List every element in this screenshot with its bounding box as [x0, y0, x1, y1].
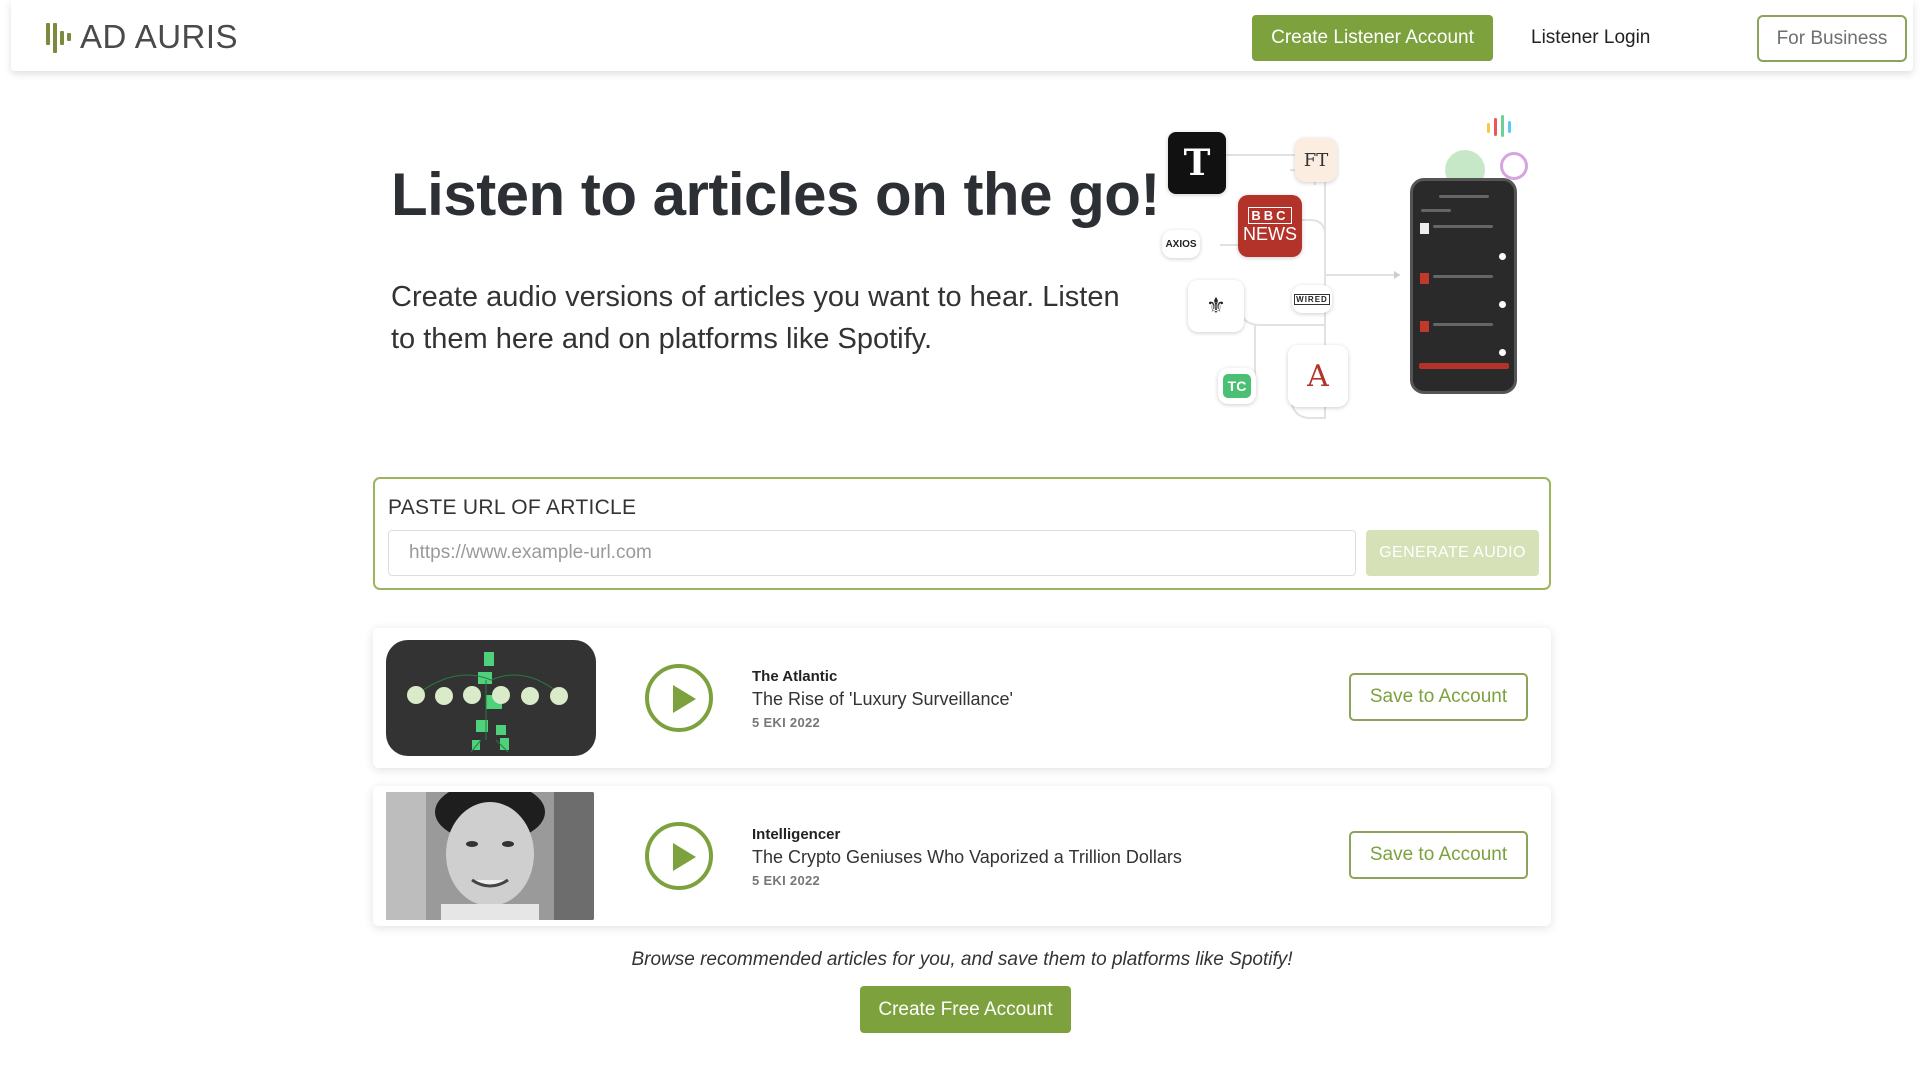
article-thumbnail: [386, 792, 594, 920]
save-to-account-button[interactable]: Save to Account: [1349, 831, 1528, 879]
techcrunch-logo: TC: [1218, 368, 1256, 404]
article-source: The Atlantic: [752, 668, 838, 685]
create-listener-account-button[interactable]: Create Listener Account: [1252, 15, 1493, 61]
axios-logo: AXIOS: [1162, 230, 1200, 258]
bbc-news-logo: BBC NEWS: [1238, 195, 1302, 257]
article-card: Intelligencer The Crypto Geniuses Who Va…: [373, 786, 1551, 926]
wired-logo: WIRED: [1292, 285, 1332, 313]
browse-recommended-text: Browse recommended articles for you, and…: [631, 949, 1293, 970]
portrait-photo: [386, 792, 594, 920]
article-date: 5 EKI 2022: [752, 873, 821, 888]
article-title[interactable]: The Rise of 'Luxury Surveillance': [752, 689, 1013, 710]
paste-url-label: PASTE URL OF ARTICLE: [388, 496, 637, 519]
article-source: Intelligencer: [752, 826, 841, 843]
article-card: The Atlantic The Rise of 'Luxury Surveil…: [373, 628, 1551, 768]
phone-mockup: [1410, 178, 1517, 394]
apple-podcasts-logo: [1500, 152, 1528, 180]
ft-logo: FT: [1295, 138, 1337, 182]
listener-login-link[interactable]: Listener Login: [1521, 15, 1660, 61]
article-date: 5 EKI 2022: [752, 715, 821, 730]
new-yorker-logo: ⚜: [1188, 280, 1244, 332]
generate-audio-button[interactable]: GENERATE AUDIO: [1366, 530, 1539, 576]
save-to-account-button[interactable]: Save to Account: [1349, 673, 1528, 721]
ad-auris-logo[interactable]: AD AURIS: [44, 18, 238, 56]
article-title[interactable]: The Crypto Geniuses Who Vaporized a Tril…: [752, 847, 1182, 868]
paste-url-form: PASTE URL OF ARTICLE GENERATE AUDIO: [373, 477, 1551, 590]
play-button[interactable]: [645, 822, 713, 890]
top-navbar: AD AURIS Create Listener Account Listene…: [11, 0, 1913, 71]
hero-title: Listen to articles on the go!: [391, 161, 1160, 228]
for-business-button[interactable]: For Business: [1757, 15, 1907, 62]
nyt-logo: T: [1168, 132, 1226, 194]
article-url-input[interactable]: [388, 530, 1356, 576]
hero-subtitle: Create audio versions of articles you wa…: [391, 281, 1120, 355]
publishers-illustration: T FT BBC NEWS AXIOS ⚜ WIRED TC A: [1160, 110, 1540, 430]
play-button[interactable]: [645, 664, 713, 732]
the-atlantic-logo: A: [1288, 345, 1348, 407]
google-podcasts-logo: [1485, 115, 1515, 141]
logo-bars-icon: [44, 19, 72, 55]
create-free-account-button[interactable]: Create Free Account: [860, 986, 1071, 1033]
logo-text: AD AURIS: [80, 18, 239, 55]
surveillance-illustration: [407, 652, 568, 753]
article-thumbnail: [386, 640, 596, 756]
